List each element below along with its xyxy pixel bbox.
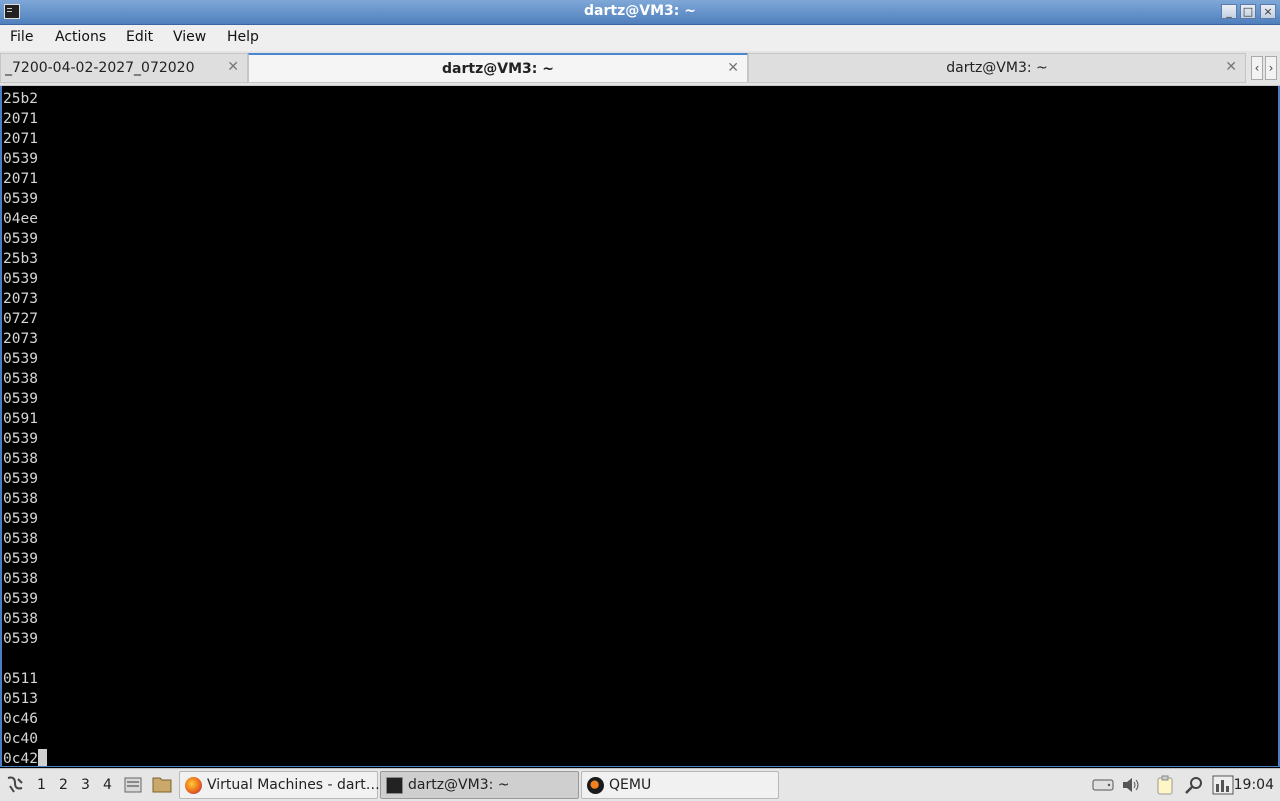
terminal-line: 0538: [3, 491, 38, 507]
terminal-line: 2071: [3, 131, 38, 147]
desktop-1-button[interactable]: 1: [37, 777, 46, 793]
tab-bar: _7200-04-02-2027_072020 ✕ dartz@VM3: ~ ✕…: [0, 51, 1280, 86]
firefox-icon: [185, 777, 202, 794]
terminal-line: 0539: [3, 551, 38, 567]
close-button[interactable]: ×: [1260, 4, 1276, 19]
title-bar[interactable]: dartz@VM3: ~ _ □ ×: [0, 0, 1280, 25]
search-icon[interactable]: [1184, 775, 1204, 795]
terminal-line: 25b3: [3, 251, 38, 267]
terminal-line: 0539: [3, 431, 38, 447]
terminal-line: 2071: [3, 111, 38, 127]
tab-close-icon[interactable]: ✕: [727, 60, 739, 76]
tab-close-icon[interactable]: ✕: [227, 59, 239, 75]
terminal-line: 2071: [3, 171, 38, 187]
clipboard-icon[interactable]: [1155, 775, 1175, 795]
tab-label: _7200-04-02-2027_072020: [5, 60, 195, 76]
terminal-line: 0539: [3, 271, 38, 287]
terminal-line: 0539: [3, 591, 38, 607]
drive-icon[interactable]: [1092, 778, 1114, 792]
network-monitor-icon[interactable]: [1212, 775, 1234, 795]
terminal-line: 0539: [3, 631, 38, 647]
task-virtual-machines[interactable]: Virtual Machines - dart…: [179, 771, 380, 799]
terminal-line: 0727: [3, 311, 38, 327]
terminal-line: 0591: [3, 411, 38, 427]
maximize-button[interactable]: □: [1240, 4, 1256, 19]
tab-1[interactable]: _7200-04-02-2027_072020 ✕: [0, 53, 248, 83]
terminal-line: 0538: [3, 611, 38, 627]
terminal-line: 0513: [3, 691, 38, 707]
terminal-line: 0538: [3, 371, 38, 387]
menu-help[interactable]: Help: [227, 29, 259, 45]
show-desktop-icon[interactable]: [124, 776, 142, 794]
terminal-line: 0511: [3, 671, 38, 687]
volume-icon[interactable]: [1121, 776, 1141, 794]
terminal-line: 0539: [3, 151, 38, 167]
terminal-line: 0538: [3, 571, 38, 587]
terminal-icon: [386, 777, 403, 794]
menu-bar: File Actions Edit View Help: [0, 25, 1280, 51]
file-manager-icon[interactable]: [152, 775, 172, 793]
task-label: Virtual Machines - dart…: [207, 777, 380, 793]
tab-2[interactable]: dartz@VM3: ~ ✕: [248, 53, 748, 83]
terminal-line: 0539: [3, 231, 38, 247]
desktop-2-button[interactable]: 2: [59, 777, 68, 793]
tab-scroll-right-button[interactable]: ›: [1265, 56, 1277, 80]
terminal-line: 0c46: [3, 711, 38, 727]
task-qemu[interactable]: QEMU: [581, 771, 779, 799]
terminal-line: 25b2: [3, 91, 38, 107]
terminal-line: 0539: [3, 351, 38, 367]
terminal-output: 25b2 2071 2071 0539 2071 0539 04ee 0539 25b3 0539…: [3, 89, 47, 767]
terminal-line: 2073: [3, 331, 38, 347]
terminal-area[interactable]: 25b2 2071 2071 0539 2071 0539 04ee 0539 25b3 0539…: [0, 86, 1280, 767]
desktop-4-button[interactable]: 4: [103, 777, 112, 793]
terminal-line: 0539: [3, 391, 38, 407]
terminal-line: 0539: [3, 191, 38, 207]
clock[interactable]: 19:04: [1234, 777, 1274, 793]
menu-view[interactable]: View: [173, 29, 206, 45]
tab-label: dartz@VM3: ~: [442, 61, 554, 77]
tab-3[interactable]: dartz@VM3: ~ ✕: [748, 53, 1246, 83]
terminal-line: 0539: [3, 511, 38, 527]
minimize-button[interactable]: _: [1221, 4, 1237, 19]
task-label: dartz@VM3: ~: [408, 777, 510, 793]
terminal-line: 0538: [3, 451, 38, 467]
terminal-prompt-line: 0c42: [3, 749, 47, 767]
menu-file[interactable]: File: [10, 29, 33, 45]
menu-actions[interactable]: Actions: [55, 29, 106, 45]
window-title: dartz@VM3: ~: [584, 3, 696, 19]
qemu-icon: [587, 777, 604, 794]
terminal-line: 0539: [3, 471, 38, 487]
terminal-line: 0c40: [3, 731, 38, 747]
terminal-lines: 25b2 2071 2071 0539 2071 0539 04ee 0539 25b3 0539…: [3, 89, 47, 749]
tab-scroll-left-button[interactable]: ‹: [1251, 56, 1263, 80]
terminal-cursor: [37, 749, 47, 766]
terminal-line: 2073: [3, 291, 38, 307]
terminal-line: 0538: [3, 531, 38, 547]
terminal-last-line: 0c42: [3, 751, 38, 767]
terminal-line: 04ee: [3, 211, 38, 227]
desktop-3-button[interactable]: 3: [81, 777, 90, 793]
tab-close-icon[interactable]: ✕: [1225, 59, 1237, 75]
task-terminal[interactable]: dartz@VM3: ~: [380, 771, 579, 799]
taskbar: 1 2 3 4 Virtual Machines - dart… dartz@V…: [0, 768, 1280, 801]
task-label: QEMU: [609, 777, 652, 793]
tab-label: dartz@VM3: ~: [946, 60, 1048, 76]
menu-edit[interactable]: Edit: [126, 29, 153, 45]
start-menu-icon[interactable]: [4, 774, 26, 796]
